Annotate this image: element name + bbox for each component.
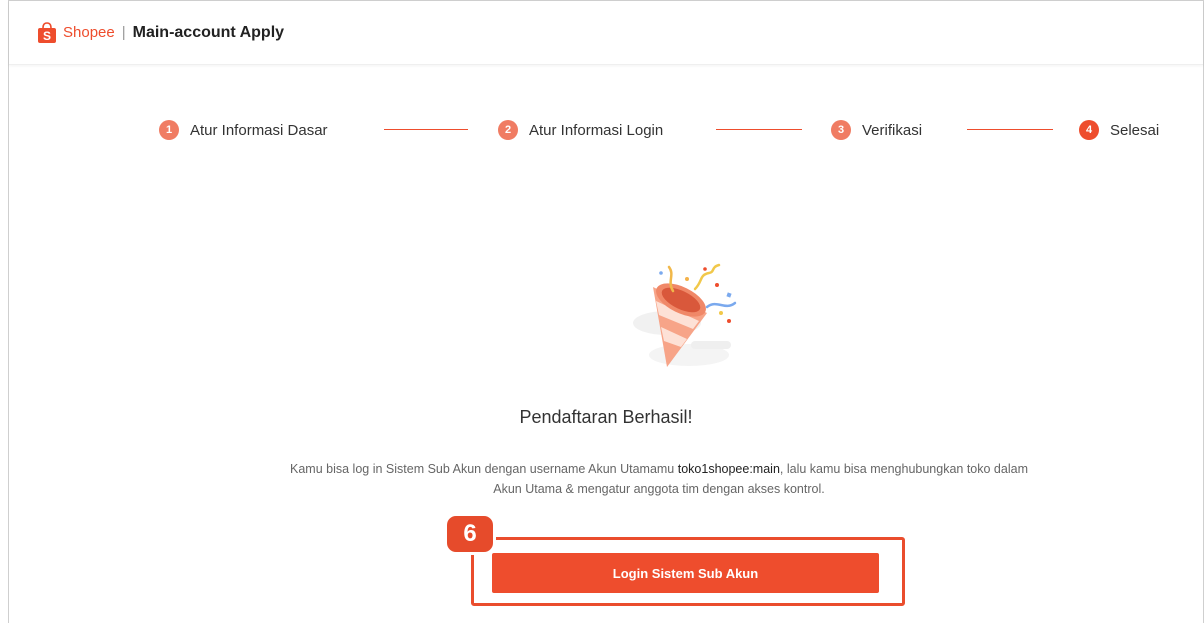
app-window: S Shopee | Main-account Apply 1 Atur Inf…	[8, 0, 1204, 623]
step-2-label: Atur Informasi Login	[529, 121, 664, 139]
desc-text-start: Kamu bisa log in Sistem Sub Akun dengan …	[290, 462, 678, 476]
svg-text:S: S	[43, 29, 51, 43]
party-popper-icon	[609, 263, 759, 375]
step-connector	[967, 129, 1053, 130]
main-account-username: toko1shopee:main	[677, 462, 780, 476]
brand-name: Shopee	[63, 24, 115, 41]
success-title: Pendaftaran Berhasil!	[519, 407, 693, 427]
step-3: 3 Verifikasi	[831, 119, 922, 141]
header-separator: |	[121, 24, 126, 41]
step-connector	[716, 129, 802, 130]
step-1-label: Atur Informasi Dasar	[190, 121, 328, 139]
step-2-number: 2	[498, 120, 518, 140]
shopee-bag-icon: S	[37, 21, 57, 44]
success-description: Kamu bisa log in Sistem Sub Akun dengan …	[289, 459, 1029, 499]
step-1-number: 1	[159, 120, 179, 140]
header: S Shopee | Main-account Apply	[9, 1, 1203, 65]
step-callout-badge: 6	[444, 513, 496, 555]
step-4: 4 Selesai	[1079, 119, 1159, 141]
step-3-label: Verifikasi	[862, 121, 923, 139]
step-1: 1 Atur Informasi Dasar	[159, 119, 328, 141]
page-title: Main-account Apply	[132, 23, 285, 41]
step-4-label: Selesai	[1110, 121, 1160, 139]
progress-stepper: 1 Atur Informasi Dasar 2 Atur Informasi …	[9, 119, 1203, 141]
step-4-number: 4	[1079, 120, 1099, 140]
step-2: 2 Atur Informasi Login	[498, 119, 663, 141]
step-3-number: 3	[831, 120, 851, 140]
login-sub-account-button[interactable]: Login Sistem Sub Akun	[492, 553, 879, 593]
step-connector	[384, 129, 468, 130]
